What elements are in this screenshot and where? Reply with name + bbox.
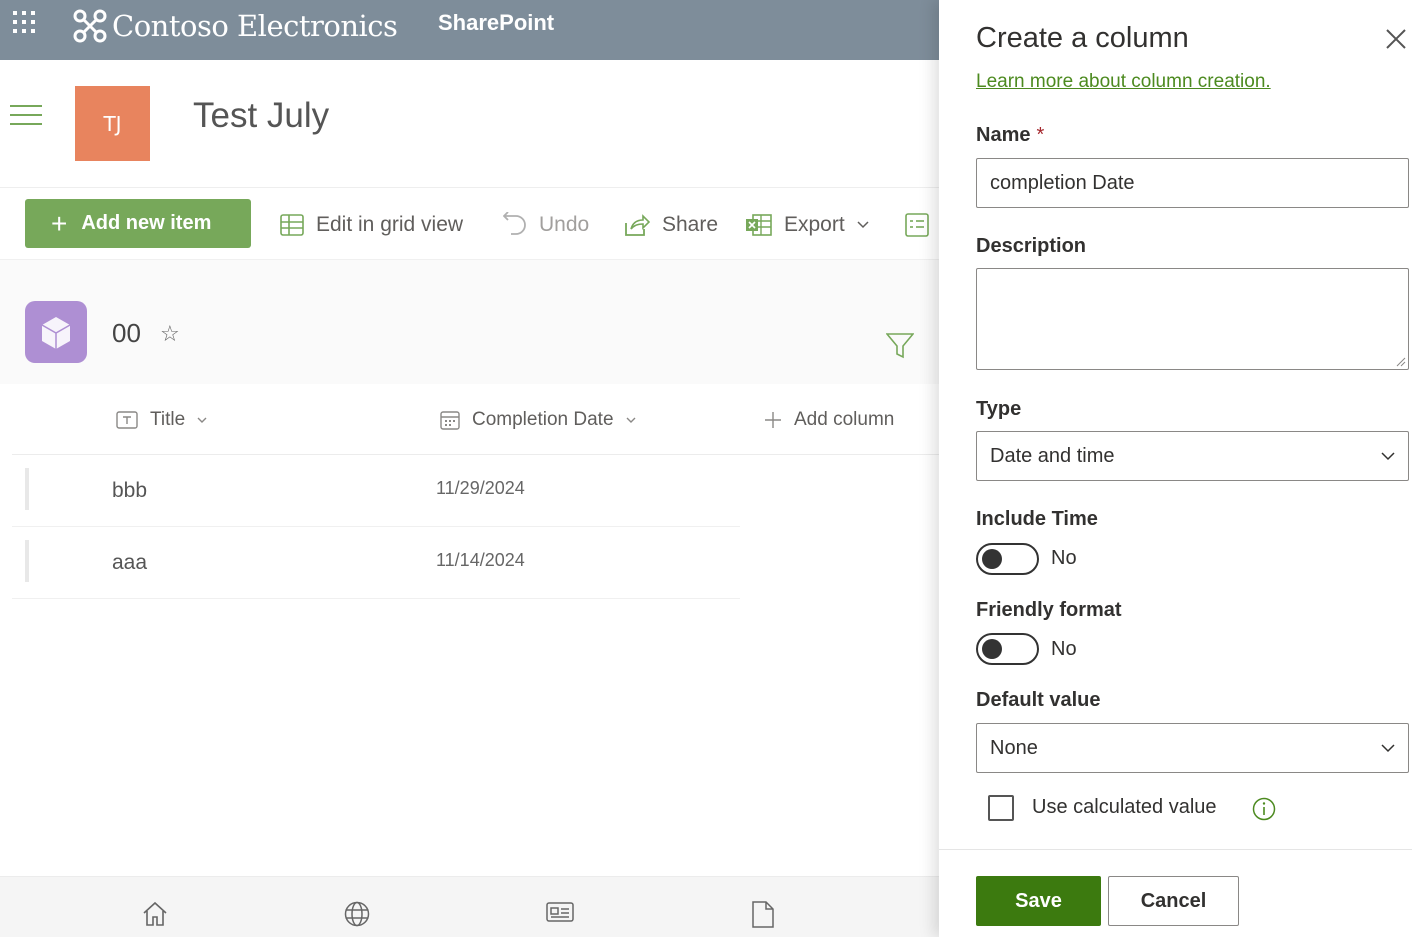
undo-button[interactable]: Undo — [503, 210, 589, 240]
description-input[interactable] — [976, 268, 1409, 370]
list-table: Title Completion Date Add column bbb 11/… — [12, 384, 940, 876]
default-value-dropdown[interactable]: None — [976, 723, 1409, 773]
default-value-dropdown-value: None — [990, 736, 1038, 759]
cell-completion-date: 11/14/2024 — [436, 550, 525, 570]
chevron-down-icon — [626, 417, 636, 423]
plus-icon — [765, 412, 781, 428]
name-input-value: completion Date — [990, 171, 1135, 194]
type-label: Type — [976, 398, 1022, 420]
add-column-button[interactable]: Add column — [764, 406, 894, 434]
add-new-item-button[interactable]: + Add new item — [25, 199, 251, 248]
description-label: Description — [976, 235, 1087, 257]
info-icon[interactable] — [1252, 797, 1276, 821]
grid-icon — [280, 214, 304, 236]
share-label: Share — [662, 213, 719, 236]
cell-title[interactable]: bbb — [112, 479, 147, 503]
undo-label: Undo — [539, 213, 590, 236]
column-header-label: Completion Date — [472, 409, 614, 430]
table-header: Title Completion Date Add column — [12, 384, 940, 455]
cube-icon — [41, 317, 71, 349]
form-icon — [905, 213, 929, 237]
chevron-down-icon — [1381, 451, 1395, 460]
required-marker: * — [1036, 124, 1045, 146]
use-calculated-value-label[interactable]: Use calculated value — [1032, 796, 1217, 819]
brand[interactable]: Contoso Electronics — [72, 4, 398, 48]
resize-handle-icon[interactable] — [1396, 357, 1406, 367]
bottom-nav — [0, 876, 940, 937]
brand-name: Contoso Electronics — [112, 9, 398, 43]
site-logo[interactable]: TJ — [75, 86, 150, 161]
column-header-completion-date[interactable]: Completion Date — [440, 406, 648, 434]
table-row[interactable]: bbb 11/29/2024 — [12, 455, 740, 527]
calendar-icon — [440, 411, 460, 430]
home-icon[interactable] — [142, 901, 168, 927]
type-dropdown-value: Date and time — [990, 444, 1115, 467]
friendly-format-label: Friendly format — [976, 599, 1122, 621]
row-selector[interactable] — [25, 468, 29, 510]
excel-icon — [746, 214, 772, 236]
filter-icon[interactable] — [886, 333, 914, 359]
plus-icon: + — [51, 207, 68, 239]
undo-icon — [503, 212, 526, 235]
favorite-star-icon[interactable]: ☆ — [160, 322, 180, 347]
save-button[interactable]: Save — [976, 876, 1101, 926]
suite-app-name[interactable]: SharePoint — [438, 10, 554, 36]
list-icon — [25, 301, 87, 363]
include-time-state: No — [1051, 547, 1077, 569]
site-title[interactable]: Test July — [193, 96, 329, 136]
toggle-knob — [982, 549, 1002, 569]
edit-grid-view-label: Edit in grid view — [316, 213, 464, 236]
chevron-down-icon — [857, 221, 869, 229]
close-icon[interactable] — [1385, 28, 1407, 50]
column-header-label: Title — [150, 409, 186, 430]
column-header-title[interactable]: Title — [116, 406, 219, 434]
document-icon[interactable] — [752, 901, 774, 928]
news-icon[interactable] — [546, 901, 574, 923]
add-new-item-label: Add new item — [81, 212, 212, 234]
name-label: Name * — [976, 124, 1044, 147]
name-label-text: Name — [976, 124, 1031, 146]
friendly-format-state: No — [1051, 638, 1077, 660]
text-column-icon — [116, 411, 138, 429]
share-icon — [625, 214, 650, 236]
hamburger-menu-icon[interactable] — [10, 104, 42, 126]
include-time-label: Include Time — [976, 508, 1098, 530]
globe-icon[interactable] — [344, 901, 370, 927]
add-column-label: Add column — [794, 409, 895, 430]
list-header: 00 ☆ — [0, 260, 940, 384]
export-button[interactable]: Export — [745, 210, 869, 240]
chevron-down-icon — [1381, 743, 1395, 752]
default-value-label: Default value — [976, 689, 1101, 711]
app-launcher-icon[interactable] — [12, 10, 40, 38]
list-title: 00 — [112, 318, 141, 348]
edit-grid-view-button[interactable]: Edit in grid view — [280, 210, 463, 240]
export-label: Export — [784, 213, 845, 236]
toggle-knob — [982, 639, 1002, 659]
name-input[interactable]: completion Date — [976, 158, 1409, 208]
table-row[interactable]: aaa 11/14/2024 — [12, 527, 740, 599]
chevron-down-icon — [197, 417, 207, 423]
panel-title: Create a column — [976, 22, 1189, 54]
site-header: TJ Test July — [0, 60, 940, 188]
share-button[interactable]: Share — [624, 210, 718, 240]
suite-bar: Contoso Electronics SharePoint — [0, 0, 940, 60]
contoso-logo-icon — [73, 9, 107, 43]
friendly-format-toggle[interactable] — [976, 633, 1039, 665]
cell-title[interactable]: aaa — [112, 551, 147, 575]
use-calculated-value-checkbox[interactable] — [988, 795, 1014, 821]
panel-divider — [939, 849, 1412, 850]
view-options-button[interactable] — [905, 210, 941, 240]
cancel-button[interactable]: Cancel — [1108, 876, 1239, 926]
cell-completion-date: 11/29/2024 — [436, 478, 525, 498]
site-logo-initials: TJ — [103, 111, 122, 136]
learn-more-link[interactable]: Learn more about column creation. — [976, 71, 1271, 93]
command-bar: + Add new item Edit in grid view Undo Sh… — [0, 188, 940, 260]
type-dropdown[interactable]: Date and time — [976, 431, 1409, 481]
include-time-toggle[interactable] — [976, 543, 1039, 575]
row-selector[interactable] — [25, 540, 29, 582]
create-column-panel: Create a column Learn more about column … — [939, 0, 1412, 937]
